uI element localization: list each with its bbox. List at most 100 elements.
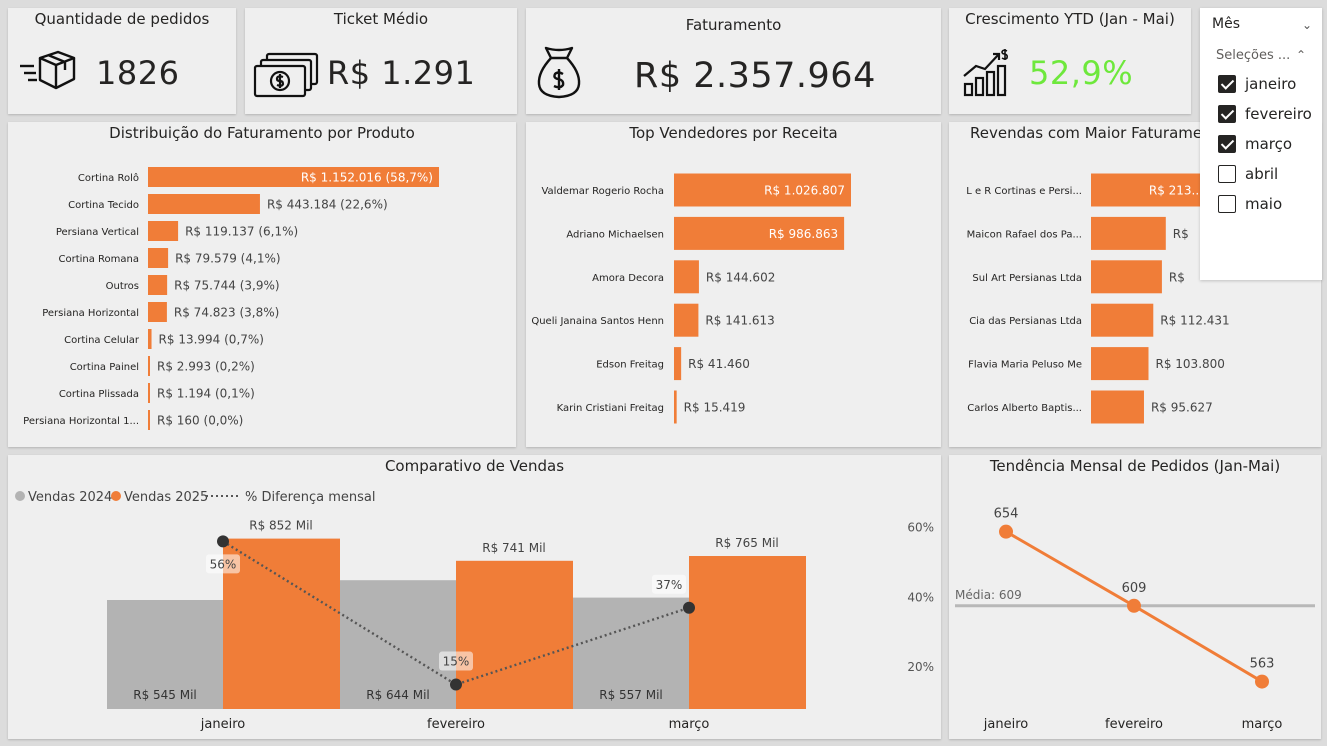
slicer-option-2[interactable]: março <box>1218 133 1292 155</box>
panel-vendedores: Top Vendedores por Receita Valdemar Roge… <box>526 122 941 447</box>
bar <box>148 356 150 376</box>
checkbox-checked-icon[interactable] <box>1218 135 1236 153</box>
y2-tick-label: 20% <box>907 660 934 674</box>
bar <box>148 410 150 430</box>
kpi-title: Faturamento <box>685 16 782 34</box>
data-label: R$ 144.602 <box>706 270 775 284</box>
slicer-selection-label[interactable]: Seleções ... <box>1216 48 1290 63</box>
slicer-option-3[interactable]: abril <box>1218 163 1278 185</box>
kpi-title: Quantidade de pedidos <box>34 10 210 28</box>
kpi-card-pedidos: Quantidade de pedidos 1826 <box>8 8 236 114</box>
chart-produto: Cortina Rolô R$ 1.152.016 (58,7%) Cortina … <box>23 167 439 430</box>
category-label: Persiana Horizontal <box>42 308 139 319</box>
data-label: R$ 79.579 (4,1%) <box>175 252 280 266</box>
bar-2025 <box>223 538 340 709</box>
difference-point <box>683 601 695 614</box>
slicer-option-0[interactable]: janeiro <box>1218 73 1296 95</box>
panel-comparativo: Comparativo de Vendas Vendas 2024 Vendas … <box>8 455 941 739</box>
trend-point <box>1127 598 1141 613</box>
x-tick-label: março <box>1242 717 1283 732</box>
data-label: R$ 160 (0,0%) <box>157 414 243 428</box>
chevron-up-icon[interactable]: ⌃ <box>1296 48 1306 62</box>
data-label-2025: R$ 852 Mil <box>249 519 313 533</box>
category-label: Cia das Persianas Ltda <box>969 316 1082 327</box>
data-label-2024: R$ 557 Mil <box>599 688 663 702</box>
bar <box>1091 303 1154 337</box>
category-label: Flavia Maria Peluso Me <box>968 360 1082 371</box>
category-label: Cortina Plissada <box>59 389 139 400</box>
bar <box>148 383 150 403</box>
legend-label: % Diferença mensal <box>245 490 375 505</box>
data-label: R$ 119.137 (6,1%) <box>185 225 298 239</box>
bar <box>674 390 677 424</box>
category-label: Amora Decora <box>592 273 664 284</box>
slicer-option-label: maio <box>1245 195 1283 213</box>
chart-comparativo: Vendas 2024 Vendas 2025 % Diferença mensal… <box>15 490 934 732</box>
data-label: R$ 213... <box>1149 184 1203 198</box>
slicer-option-label: abril <box>1245 165 1279 183</box>
kpi-title: Crescimento YTD (Jan - Mai) <box>965 10 1175 28</box>
month-slicer[interactable]: Mês ⌄ Seleções ... ⌃ janeiro fevereiro mar… <box>1200 8 1322 280</box>
data-label: R$ <box>1169 270 1185 284</box>
category-label: Persiana Horizontal 1... <box>23 416 139 427</box>
kpi-value: R$ 2.357.964 <box>634 56 876 96</box>
category-label: Edson Freitag <box>596 360 664 371</box>
data-label: R$ 1.152.016 (58,7%) <box>301 171 433 185</box>
category-label: Cortina Painel <box>70 362 139 373</box>
trend-point <box>1255 674 1269 689</box>
slicer-option-label: fevereiro <box>1245 105 1312 123</box>
difference-label: 37% <box>656 578 683 592</box>
data-label: R$ 74.823 (3,8%) <box>174 306 279 320</box>
bar <box>148 221 179 241</box>
legend-label: Vendas 2024 <box>28 490 112 505</box>
money-stack-icon <box>253 52 319 98</box>
x-tick-label: janeiro <box>200 717 245 732</box>
category-label: Valdemar Rogerio Rocha <box>541 186 664 197</box>
y2-tick-label: 40% <box>907 590 934 604</box>
kpi-card-ticket: Ticket Médio R$ 1.291 <box>245 8 517 114</box>
bar <box>674 260 699 294</box>
data-label: R$ 103.800 <box>1156 357 1225 371</box>
bar-2025 <box>689 556 806 709</box>
legend-marker-2024 <box>15 491 25 501</box>
data-label: R$ 13.994 (0,7%) <box>159 333 264 347</box>
data-label-2025: R$ 765 Mil <box>715 536 779 550</box>
x-tick-label: fevereiro <box>427 717 485 732</box>
data-label: R$ 141.613 <box>705 314 774 328</box>
data-label: R$ 986.863 <box>769 227 838 241</box>
category-label: Karin Cristiani Freitag <box>557 403 664 414</box>
kpi-value-growth: 52,9% <box>1029 54 1134 92</box>
chevron-down-icon[interactable]: ⌄ <box>1302 18 1312 32</box>
package-icon <box>20 50 76 90</box>
x-tick-label: março <box>669 717 710 732</box>
kpi-value: 1826 <box>96 54 180 92</box>
category-label: Adriano Michaelsen <box>566 229 664 240</box>
checkbox-icon[interactable] <box>1218 195 1236 213</box>
checkbox-checked-icon[interactable] <box>1218 105 1236 123</box>
panel-tendencia: Tendência Mensal de Pedidos (Jan-Mai) Mé… <box>949 455 1321 739</box>
difference-point <box>217 535 229 548</box>
checkbox-checked-icon[interactable] <box>1218 75 1236 93</box>
data-label-2025: R$ 741 Mil <box>482 541 546 555</box>
slicer-option-4[interactable]: maio <box>1218 193 1282 215</box>
checkbox-icon[interactable] <box>1218 165 1236 183</box>
category-label: Persiana Vertical <box>56 227 139 238</box>
category-label: Cortina Rolô <box>78 172 139 184</box>
bar <box>148 302 167 322</box>
kpi-card-faturamento: Faturamento R$ 2.357.964 <box>526 8 941 114</box>
data-label: R$ 15.419 <box>684 401 746 415</box>
chart-tendencia: Média: 609 654 janeiro 609 fevereiro 563 março <box>955 507 1315 732</box>
category-label: Cortina Romana <box>58 254 139 265</box>
average-label: Média: 609 <box>955 588 1022 602</box>
trend-point <box>999 524 1013 539</box>
category-label: Maicon Rafael dos Pa... <box>967 229 1082 240</box>
kpi-value: R$ 1.291 <box>327 54 476 92</box>
category-label: Cortina Celular <box>64 335 140 346</box>
slicer-option-label: janeiro <box>1245 75 1297 93</box>
slicer-title: Mês <box>1212 16 1240 32</box>
slicer-option-1[interactable]: fevereiro <box>1218 103 1312 125</box>
data-label-2024: R$ 545 Mil <box>133 688 197 702</box>
category-label: Sul Art Persianas Ltda <box>972 273 1082 284</box>
bar <box>1091 216 1166 250</box>
bar-2025 <box>456 560 573 709</box>
